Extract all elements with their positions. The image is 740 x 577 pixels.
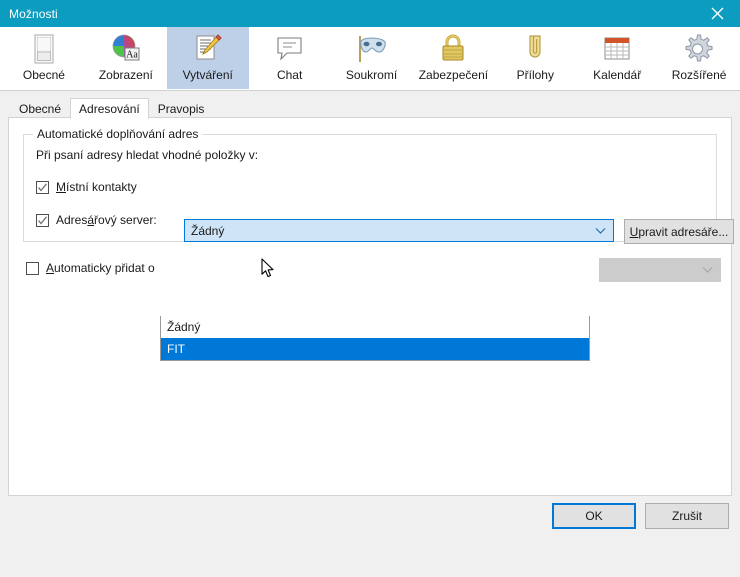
window-title: Možnosti xyxy=(9,6,58,21)
options-dialog: Možnosti Obecné Aa Zobrazení Vytváření C… xyxy=(0,0,740,577)
checkbox-local-contacts[interactable] xyxy=(36,180,49,194)
auto-add-target-combobox xyxy=(599,258,721,282)
dropdown-item-zadny[interactable]: Žádný xyxy=(161,316,589,338)
tool-item-kalendar[interactable]: Kalendář xyxy=(576,27,658,89)
checkbox-row-directory-server[interactable]: Adresářový server: xyxy=(36,213,157,227)
checkbox-auto-add[interactable] xyxy=(26,261,39,275)
checkmark-icon xyxy=(38,182,48,192)
group-title: Automatické doplňování adres xyxy=(33,127,203,141)
checkbox-label-local-contacts: Místní kontakty xyxy=(56,180,137,194)
tool-item-obecne[interactable]: Obecné xyxy=(3,27,85,89)
tab-pravopis[interactable]: Pravopis xyxy=(149,99,214,118)
accel-char: U xyxy=(629,224,639,239)
directory-server-dropdown-list[interactable]: Žádný FIT xyxy=(160,316,590,361)
document-pencil-icon xyxy=(192,32,224,66)
tab-panel-adresovani: Automatické doplňování adres Při psaní a… xyxy=(8,117,734,496)
gear-icon xyxy=(683,32,715,66)
tool-item-prilohy[interactable]: Přílohy xyxy=(494,27,576,89)
calendar-icon xyxy=(601,32,633,66)
tool-item-rozsirene[interactable]: Rozšířené xyxy=(658,27,740,89)
tab-strip: Obecné Adresování Pravopis xyxy=(8,97,732,119)
group-description: Při psaní adresy hledat vhodné položky v… xyxy=(36,148,259,162)
checkmark-icon xyxy=(38,215,48,225)
general-window-icon xyxy=(29,32,59,66)
cancel-button[interactable]: Zrušit xyxy=(645,503,729,529)
color-wheel-aa-icon: Aa xyxy=(110,32,142,66)
dropdown-item-fit[interactable]: FIT xyxy=(161,338,589,360)
tool-label: Vytváření xyxy=(182,68,233,82)
edit-directories-button[interactable]: Upravit adresáře... xyxy=(624,219,734,244)
checkbox-label-auto-add: Automaticky přidat o xyxy=(46,261,155,275)
combobox-value: Žádný xyxy=(191,223,225,238)
title-bar: Možnosti xyxy=(0,0,740,27)
chevron-down-icon xyxy=(595,227,606,235)
directory-server-combobox[interactable]: Žádný xyxy=(184,219,614,242)
label-rest: utomaticky přidat o xyxy=(54,261,155,275)
tool-label: Chat xyxy=(276,68,303,82)
tool-item-chat[interactable]: Chat xyxy=(249,27,331,89)
category-toolbar: Obecné Aa Zobrazení Vytváření Chat Soukr… xyxy=(0,27,740,91)
checkbox-row-local-contacts[interactable]: Místní kontakty xyxy=(36,180,137,194)
ok-button[interactable]: OK xyxy=(552,503,636,529)
accel-char: M xyxy=(56,180,66,194)
padlock-icon xyxy=(437,32,469,66)
button-label: Upravit adresáře... xyxy=(630,225,729,239)
tool-label: Kalendář xyxy=(593,68,642,82)
speech-bubble-icon xyxy=(274,32,306,66)
tool-label: Obecné xyxy=(22,68,65,82)
autocomplete-group: Automatické doplňování adres Při psaní a… xyxy=(23,127,734,244)
tool-label: Soukromí xyxy=(345,68,398,82)
label-rest: stní kontakty xyxy=(69,180,137,194)
accel-char: A xyxy=(46,261,55,275)
tool-label: Přílohy xyxy=(516,68,554,82)
close-button[interactable] xyxy=(695,0,740,27)
svg-text:Aa: Aa xyxy=(126,50,138,61)
tool-item-zobrazeni[interactable]: Aa Zobrazení xyxy=(85,27,167,89)
checkbox-label-directory-server: Adresářový server: xyxy=(56,213,157,227)
label-rest: pravit adresáře... xyxy=(638,224,729,239)
tool-label: Rozšířené xyxy=(671,68,727,82)
label-pre: Adres xyxy=(56,213,88,227)
tool-item-zabezpeceni[interactable]: Zabezpečení xyxy=(412,27,494,89)
tool-item-vytvareni[interactable]: Vytváření xyxy=(166,27,249,89)
tab-area: Obecné Adresování Pravopis Automatické d… xyxy=(0,91,740,577)
paperclip-icon xyxy=(519,32,551,66)
close-icon xyxy=(711,7,724,20)
checkbox-directory-server[interactable] xyxy=(36,213,49,227)
tab-adresovani[interactable]: Adresování xyxy=(70,98,149,119)
dialog-footer: OK Zrušit xyxy=(8,496,732,544)
tab-obecne[interactable]: Obecné xyxy=(10,99,70,118)
mask-icon xyxy=(355,32,389,66)
chevron-down-icon xyxy=(702,266,713,274)
checkbox-row-auto-add[interactable]: Automaticky přidat o xyxy=(26,261,155,275)
tool-label: Zabezpečení xyxy=(418,68,489,82)
tool-label: Zobrazení xyxy=(98,68,153,82)
label-rest: řový server: xyxy=(94,213,157,227)
tool-item-soukromi[interactable]: Soukromí xyxy=(331,27,413,89)
